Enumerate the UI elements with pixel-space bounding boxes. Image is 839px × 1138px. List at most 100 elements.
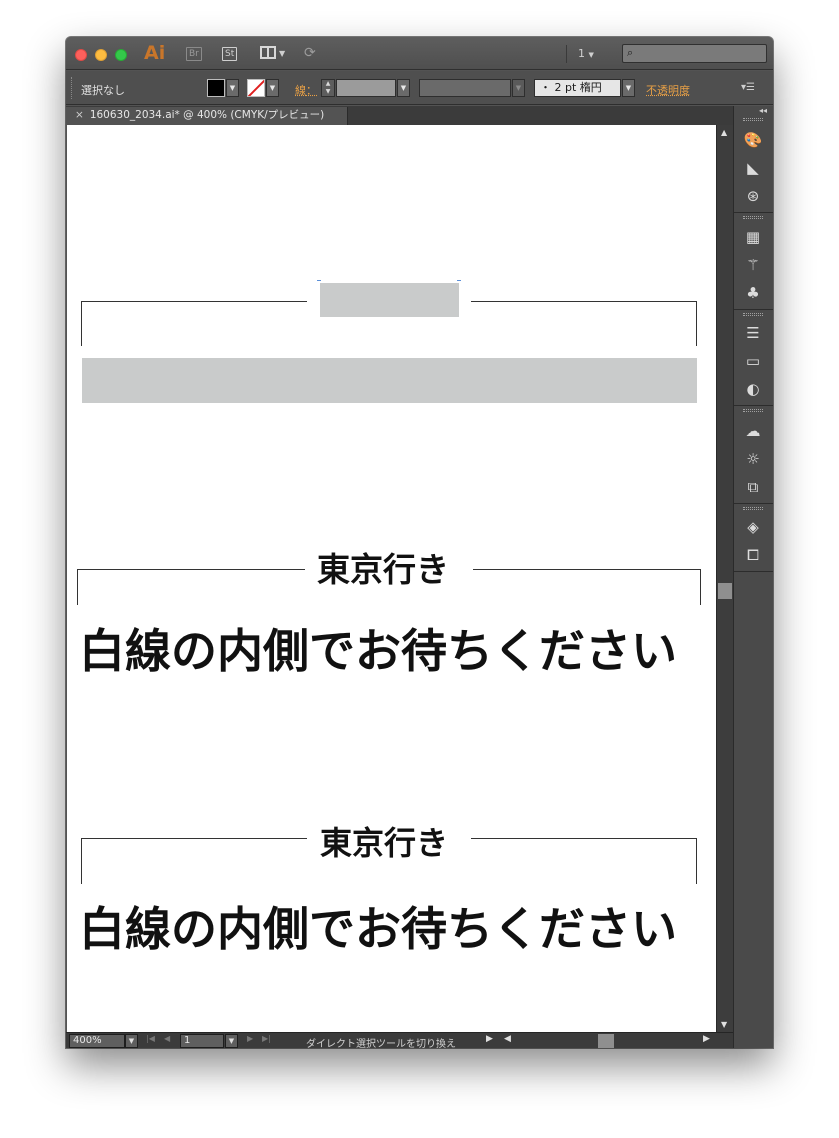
collapse-icon[interactable]: ◂◂ xyxy=(759,106,767,115)
bridge-button[interactable]: Br xyxy=(186,47,202,61)
variable-width-dropdown[interactable]: ▼ xyxy=(512,79,525,97)
divider xyxy=(734,503,773,504)
search-input[interactable]: ⌕ xyxy=(622,44,767,63)
symbols-icon[interactable]: ♣ xyxy=(743,283,763,303)
chevron-down-icon: ▼ xyxy=(588,51,594,59)
minimize-button[interactable] xyxy=(95,49,107,61)
stroke-icon[interactable]: ☰ xyxy=(743,323,763,343)
bracket-line xyxy=(81,301,307,302)
scroll-left-icon[interactable]: ◀ xyxy=(504,1034,511,1044)
status-bar: 400% ▼ |◀ ◀ 1 ▼ ▶ ▶| ダイレクト選択ツールを切り換え ▶ ◀… xyxy=(66,1032,733,1048)
stroke-label[interactable]: 線： xyxy=(295,82,317,98)
search-icon: ⌕ xyxy=(627,46,634,59)
sign-title[interactable]: 東京行き xyxy=(317,543,449,591)
artboard-number-field[interactable]: 1 xyxy=(180,1034,224,1048)
libraries-icon[interactable]: ☁ xyxy=(743,421,763,441)
stroke-swatch[interactable] xyxy=(247,79,265,97)
stroke-weight-stepper[interactable]: ▲ ▼ xyxy=(321,79,335,97)
gradient-icon[interactable]: ▭ xyxy=(743,351,763,371)
variable-width-field[interactable] xyxy=(419,79,511,97)
prev-artboard-icon[interactable]: ◀ xyxy=(164,1034,170,1043)
recolor-icon[interactable]: ⊛ xyxy=(743,186,763,206)
zoom-field[interactable]: 400% xyxy=(69,1034,125,1048)
close-button[interactable] xyxy=(75,49,87,61)
scroll-up-icon[interactable]: ▲ xyxy=(721,128,727,137)
control-bar: 選択なし ▼ ▼ 線： ▲ ▼ ▼ ▼ ・ 2 pt 楕円 ▼ 不透明度 ▾☰ xyxy=(66,71,773,105)
stroke-dropdown[interactable]: ▼ xyxy=(266,79,279,97)
fill-swatch[interactable] xyxy=(207,79,225,97)
panel-grip[interactable] xyxy=(71,77,74,99)
sign-title[interactable]: 東京行き xyxy=(320,818,448,864)
illustrator-window: Ai Br St ▼ ⟳ 1 ▼ ⌕ 選択なし ▼ ▼ 線： ▲ ▼ ▼ ▼ ・ … xyxy=(66,37,773,1048)
bracket-line xyxy=(696,838,697,884)
panel-menu-icon[interactable]: ▾☰ xyxy=(741,82,755,93)
title-placeholder[interactable] xyxy=(320,283,459,317)
scroll-right-icon[interactable]: ▶ xyxy=(703,1034,710,1044)
brush-definition-field[interactable]: ・ 2 pt 楕円 xyxy=(534,79,621,97)
sign-main-text[interactable]: 白線の内側でお待ちください xyxy=(79,893,677,959)
panel-grip[interactable] xyxy=(743,118,763,121)
color-guide-icon[interactable]: ◣ xyxy=(743,158,763,178)
bracket-line xyxy=(700,569,701,605)
sync-icon[interactable]: ⟳ xyxy=(304,45,316,61)
stroke-weight-dropdown[interactable]: ▼ xyxy=(397,79,410,97)
bracket-line xyxy=(473,569,701,570)
bracket-line xyxy=(696,301,697,346)
brushes-icon[interactable]: ⚚ xyxy=(743,255,763,275)
divider xyxy=(566,45,567,63)
color-palette-icon[interactable]: 🎨 xyxy=(743,130,763,150)
app-logo: Ai xyxy=(144,42,166,64)
divider xyxy=(734,571,773,572)
bracket-line xyxy=(81,838,82,884)
opacity-label[interactable]: 不透明度 xyxy=(646,82,690,98)
document-tab-strip: × 160630_2034.ai* @ 400% (CMYK/プレビュー) xyxy=(66,106,733,125)
workspace-switcher[interactable]: 1 ▼ xyxy=(578,47,594,60)
stroke-weight-field[interactable] xyxy=(336,79,396,97)
artboard-canvas[interactable]: 東京行き 白線の内側でお待ちください 東京行き 白線の内側でお待ちください xyxy=(67,125,716,1032)
document-tab[interactable]: × 160630_2034.ai* @ 400% (CMYK/プレビュー) xyxy=(66,107,348,125)
panel-dock: ◂◂ 🎨 ◣ ⊛ ▦ ⚚ ♣ ☰ ▭ ◐ ☁ ☼ ⧉ ◈ ⧠ xyxy=(733,106,773,1048)
brush-definition-dropdown[interactable]: ▼ xyxy=(622,79,635,97)
vertical-scrollbar[interactable]: ▲ ▼ xyxy=(716,125,733,1032)
bracket-line xyxy=(81,838,307,839)
next-artboard-icon[interactable]: ▶ xyxy=(247,1034,253,1043)
swatches-icon[interactable]: ▦ xyxy=(743,227,763,247)
bracket-line xyxy=(471,301,697,302)
main-text-placeholder[interactable] xyxy=(82,358,697,403)
transparency-icon[interactable]: ◐ xyxy=(743,379,763,399)
sign-main-text[interactable]: 白線の内側でお待ちください xyxy=(79,615,677,681)
selection-status: 選択なし xyxy=(81,84,125,97)
bracket-line xyxy=(77,569,78,605)
selection-handle[interactable] xyxy=(317,280,321,281)
zoom-button[interactable] xyxy=(115,49,127,61)
divider xyxy=(734,309,773,310)
close-icon[interactable]: × xyxy=(75,109,84,121)
chevron-down-icon[interactable]: ▼ xyxy=(279,49,285,58)
status-menu-icon[interactable]: ▶ xyxy=(486,1034,493,1044)
transform-icon[interactable]: ⧉ xyxy=(743,477,763,497)
status-text: ダイレクト選択ツールを切り換え xyxy=(306,1039,456,1048)
scroll-down-icon[interactable]: ▼ xyxy=(721,1020,727,1029)
title-bar: Ai Br St ▼ ⟳ 1 ▼ ⌕ xyxy=(66,37,773,70)
workspace-number: 1 xyxy=(578,47,585,60)
bracket-line xyxy=(81,301,82,346)
scroll-thumb[interactable] xyxy=(718,583,732,599)
layers-icon[interactable]: ◈ xyxy=(743,517,763,537)
artboard-dropdown[interactable]: ▼ xyxy=(225,1034,238,1048)
last-artboard-icon[interactable]: ▶| xyxy=(262,1034,271,1043)
layout-icon[interactable] xyxy=(260,46,276,59)
appearance-icon[interactable]: ☼ xyxy=(743,449,763,469)
panel-grip[interactable] xyxy=(743,507,763,510)
artboards-icon[interactable]: ⧠ xyxy=(743,545,763,565)
panel-grip[interactable] xyxy=(743,313,763,316)
divider xyxy=(734,212,773,213)
zoom-dropdown[interactable]: ▼ xyxy=(125,1034,138,1048)
fill-dropdown[interactable]: ▼ xyxy=(226,79,239,97)
first-artboard-icon[interactable]: |◀ xyxy=(146,1034,155,1043)
stock-button[interactable]: St xyxy=(222,47,238,61)
horizontal-scroll-thumb[interactable] xyxy=(598,1034,614,1048)
divider xyxy=(734,405,773,406)
panel-grip[interactable] xyxy=(743,409,763,412)
selection-handle[interactable] xyxy=(457,280,461,281)
panel-grip[interactable] xyxy=(743,216,763,219)
